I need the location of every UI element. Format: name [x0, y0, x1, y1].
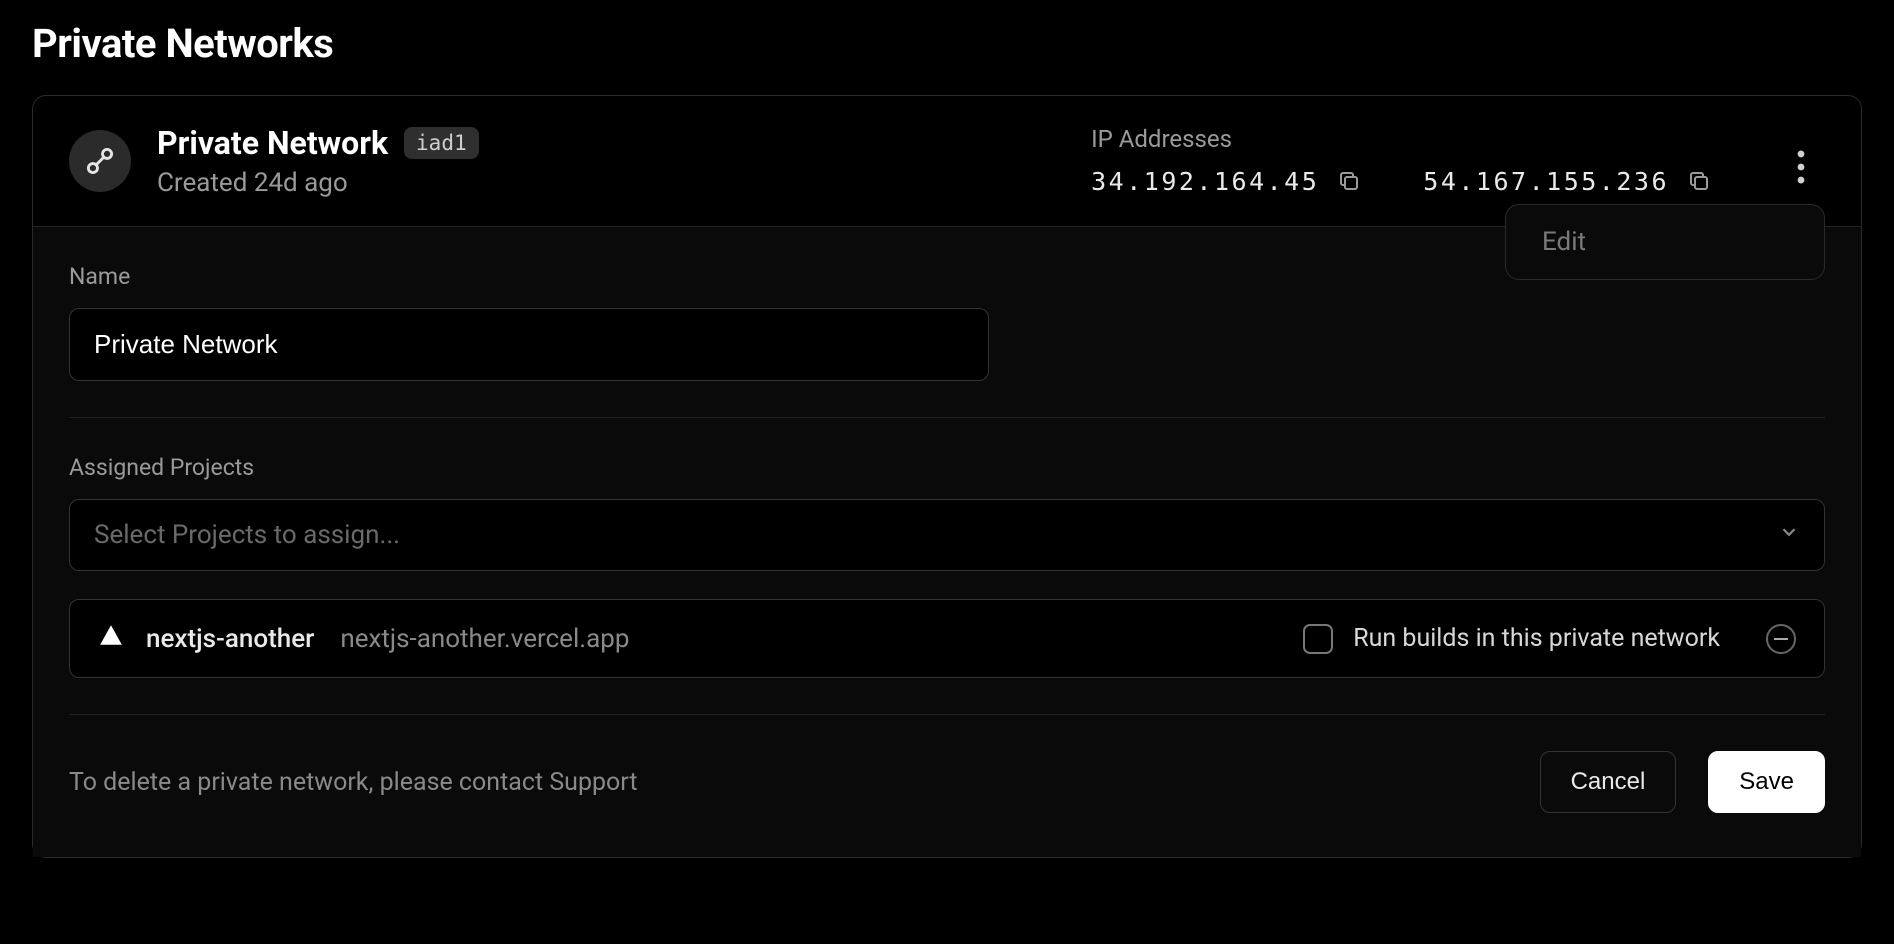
run-builds-checkbox[interactable] — [1303, 624, 1333, 654]
network-name: Private Network — [157, 124, 388, 162]
edit-menu-item[interactable]: Edit — [1542, 227, 1788, 257]
kebab-icon — [1797, 150, 1805, 184]
page-title: Private Networks — [32, 20, 1862, 67]
delete-note: To delete a private network, please cont… — [69, 768, 638, 797]
assigned-project-row: nextjs-another nextjs-another.vercel.app… — [69, 599, 1825, 678]
more-actions-button[interactable] — [1789, 142, 1813, 195]
projects-select-placeholder: Select Projects to assign... — [94, 520, 400, 550]
project-domain: nextjs-another.vercel.app — [340, 624, 629, 654]
name-input[interactable] — [69, 308, 989, 381]
chevron-down-icon — [1778, 520, 1800, 550]
vercel-triangle-icon — [98, 622, 124, 655]
region-badge: iad1 — [404, 127, 479, 159]
remove-project-button[interactable] — [1766, 624, 1796, 654]
created-text: Created 24d ago — [157, 168, 479, 198]
project-name: nextjs-another — [146, 624, 314, 654]
ip-address-1: 34.192.164.45 — [1091, 167, 1319, 196]
minus-icon — [1774, 638, 1788, 640]
divider — [69, 714, 1825, 715]
copy-icon — [1337, 169, 1361, 193]
network-icon — [69, 130, 131, 192]
copy-ip-1-button[interactable] — [1333, 165, 1365, 197]
copy-ip-2-button[interactable] — [1683, 165, 1715, 197]
actions-popover: Edit — [1505, 204, 1825, 280]
assigned-projects-label: Assigned Projects — [69, 454, 1825, 481]
save-button[interactable]: Save — [1708, 751, 1825, 813]
network-card: Private Network iad1 Created 24d ago IP … — [32, 95, 1862, 858]
cancel-button[interactable]: Cancel — [1540, 751, 1677, 813]
run-builds-label: Run builds in this private network — [1353, 624, 1720, 653]
divider — [69, 417, 1825, 418]
ip-addresses-label: IP Addresses — [1091, 125, 1715, 153]
ip-address-2: 54.167.155.236 — [1423, 167, 1669, 196]
copy-icon — [1687, 169, 1711, 193]
card-header: Private Network iad1 Created 24d ago IP … — [33, 96, 1861, 227]
projects-select[interactable]: Select Projects to assign... — [69, 499, 1825, 571]
